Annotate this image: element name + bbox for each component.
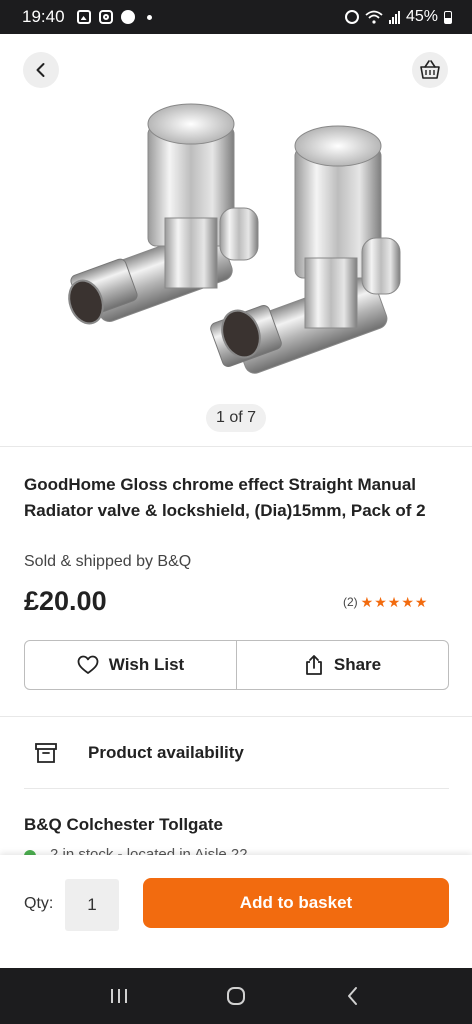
product-title: GoodHome Gloss chrome effect Straight Ma… — [24, 475, 426, 520]
product-rating[interactable]: (2) ★ ★ ★ ★ ★ — [343, 595, 427, 609]
wifi-icon — [365, 10, 383, 24]
qty-input[interactable] — [65, 879, 119, 931]
share-button[interactable]: Share — [236, 641, 448, 689]
availability-label: Product availability — [88, 743, 244, 762]
basket-button[interactable] — [412, 52, 448, 88]
archive-box-icon — [35, 743, 57, 763]
store-name: B&Q Colchester Tollgate — [24, 815, 223, 834]
divider — [0, 716, 472, 717]
wishlist-label: Wish List — [108, 655, 185, 674]
heart-icon — [77, 655, 99, 674]
alarm-icon — [344, 10, 359, 24]
battery-icon — [444, 10, 452, 24]
product-image[interactable] — [0, 88, 472, 408]
valve-left — [68, 103, 259, 325]
wishlist-button[interactable]: Wish List — [25, 641, 236, 689]
signal-icon — [388, 10, 400, 24]
qty-label: Qty: — [24, 895, 54, 912]
chat-icon — [120, 10, 135, 24]
image-counter: 1 of 7 — [206, 404, 266, 432]
product-availability-row[interactable]: Product availability — [34, 742, 244, 764]
divider — [0, 446, 472, 447]
seller-text: Sold & shipped by B&Q — [24, 553, 192, 570]
add-to-basket-button[interactable]: Add to basket — [143, 878, 449, 928]
status-bar: 19:40 45% — [0, 0, 472, 34]
status-right: 45% — [344, 8, 452, 26]
star-icon: ★ — [387, 594, 401, 610]
rating-count: (2) — [343, 595, 358, 609]
back-arrow-icon — [348, 987, 358, 1005]
purchase-bar: Qty: Add to basket — [0, 855, 472, 968]
battery-percent: 45% — [405, 8, 438, 25]
system-back-button[interactable] — [333, 976, 373, 1016]
status-left: 19:40 — [22, 7, 152, 27]
basket-icon — [420, 60, 440, 79]
recent-apps-button[interactable] — [99, 976, 139, 1016]
product-price: £20.00 — [24, 586, 107, 616]
divider — [24, 788, 449, 789]
system-nav-bar — [0, 968, 472, 1024]
star-icon: ★ — [360, 594, 374, 610]
star-icon: ★ — [374, 594, 387, 610]
recent-apps-icon — [110, 989, 127, 1003]
status-time: 19:40 — [22, 7, 65, 26]
chevron-left-icon — [36, 63, 45, 77]
star-icon: ★ — [401, 594, 414, 610]
star-icon: ★ — [414, 594, 428, 610]
rating-stars: ★ ★ ★ ★ ★ — [361, 595, 428, 609]
home-button[interactable] — [216, 976, 256, 1016]
action-buttons: Wish List Share — [24, 640, 449, 690]
gallery-icon — [76, 10, 91, 24]
instagram-icon — [98, 10, 113, 24]
share-icon — [305, 655, 322, 675]
home-icon — [226, 987, 245, 1005]
share-label: Share — [333, 655, 382, 674]
notification-dot-icon — [146, 14, 152, 20]
back-button[interactable] — [23, 52, 59, 88]
